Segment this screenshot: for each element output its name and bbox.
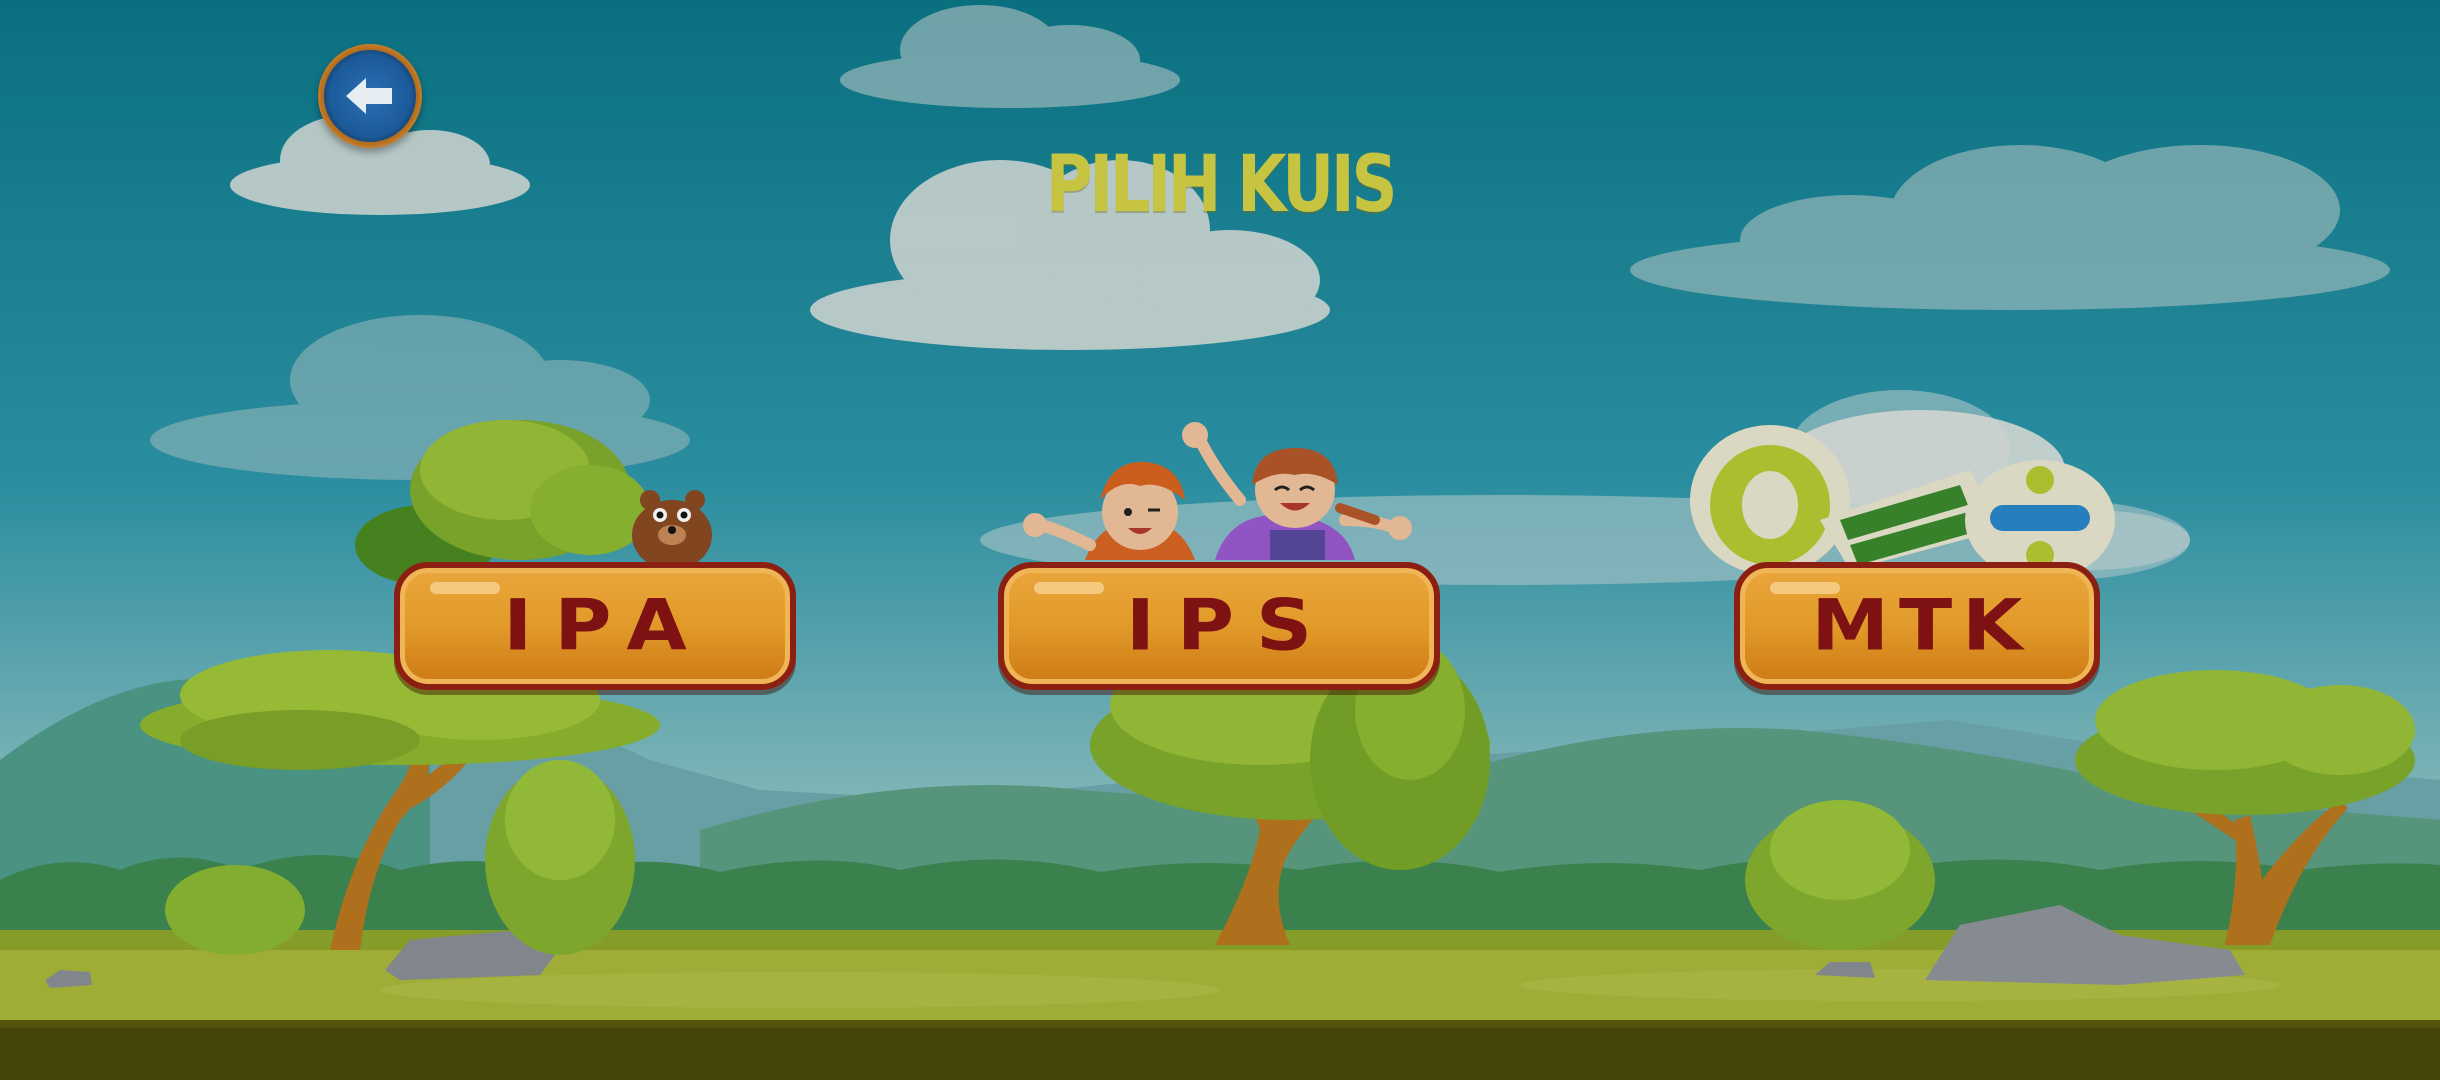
- mtk-quiz-button[interactable]: MTK: [1734, 562, 2100, 690]
- page-title: PILIH KUIS: [1045, 140, 1398, 230]
- ipa-quiz-label: IPA: [503, 585, 709, 667]
- mtk-quiz-label: MTK: [1811, 585, 2033, 667]
- back-button[interactable]: [318, 44, 422, 148]
- arrow-left-icon: [346, 78, 392, 114]
- game-scene: PILIH KUIS IPA IPS MTK: [0, 0, 2440, 1080]
- ipa-quiz-button[interactable]: IPA: [394, 562, 796, 690]
- ips-quiz-label: IPS: [1125, 585, 1335, 667]
- ips-quiz-button[interactable]: IPS: [998, 562, 1440, 690]
